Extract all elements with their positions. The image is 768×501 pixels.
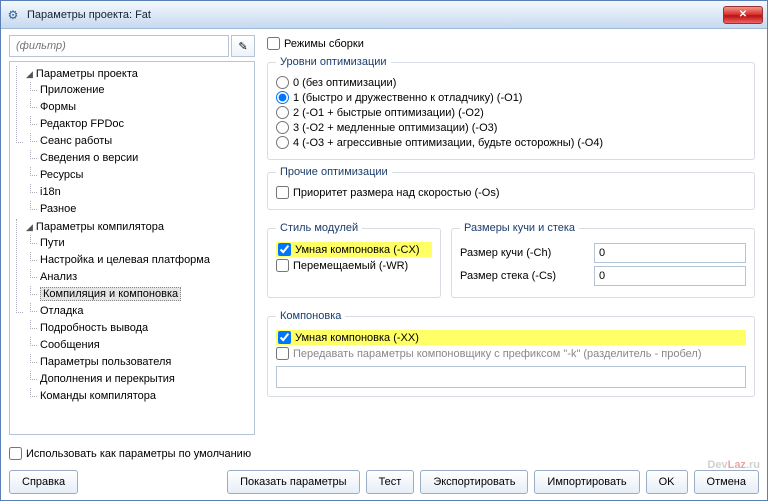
link-legend: Компоновка <box>276 310 345 322</box>
window-title: Параметры проекта: Fat <box>27 9 723 21</box>
build-modes-label: Режимы сборки <box>284 38 364 50</box>
tree-item[interactable]: Подробность вывода <box>26 320 252 337</box>
stack-size-label: Размер стека (-Cs) <box>460 270 588 282</box>
export-button[interactable]: Экспортировать <box>420 470 528 494</box>
tree-item[interactable]: Разное <box>26 201 252 218</box>
other-opt-group: Прочие оптимизации Приоритет размера над… <box>267 166 755 210</box>
category-tree[interactable]: Параметры проекта Приложение Формы Редак… <box>9 61 255 435</box>
tree-group[interactable]: Параметры компилятора Пути Настройка и ц… <box>12 219 252 406</box>
heap-legend: Размеры кучи и стека <box>460 222 579 234</box>
tree-item[interactable]: Команды компилятора <box>26 388 252 405</box>
unit-style-group: Стиль модулей Умная компоновка (-CX) Пер… <box>267 222 441 298</box>
tree-item[interactable]: Сеанс работы <box>26 133 252 150</box>
tree-item[interactable]: Дополнения и перекрытия <box>26 371 252 388</box>
unit-legend: Стиль модулей <box>276 222 362 234</box>
relocatable-checkbox[interactable] <box>276 259 289 272</box>
cancel-button[interactable]: Отмена <box>694 470 759 494</box>
opt-legend: Уровни оптимизации <box>276 56 391 68</box>
import-button[interactable]: Импортировать <box>534 470 639 494</box>
opt-3-radio[interactable] <box>276 121 289 134</box>
tree-item[interactable]: Формы <box>26 99 252 116</box>
heap-size-input[interactable] <box>594 243 746 263</box>
linker-options-input[interactable] <box>276 366 746 388</box>
opt-1-radio[interactable] <box>276 91 289 104</box>
use-as-default-checkbox[interactable] <box>9 447 22 460</box>
linking-group: Компоновка Умная компоновка (-XX) Переда… <box>267 310 755 397</box>
test-button[interactable]: Тест <box>366 470 415 494</box>
tree-item[interactable]: Редактор FPDoc <box>26 116 252 133</box>
app-icon: ⚙ <box>5 7 21 23</box>
tree-item-selected[interactable]: Компиляция и компоновка <box>26 286 252 303</box>
stack-size-input[interactable] <box>594 266 746 286</box>
opt-0-radio[interactable] <box>276 76 289 89</box>
tree-item[interactable]: Параметры пользователя <box>26 354 252 371</box>
tree-item[interactable]: Приложение <box>26 82 252 99</box>
tree-group[interactable]: Параметры проекта Приложение Формы Редак… <box>12 66 252 219</box>
other-legend: Прочие оптимизации <box>276 166 392 178</box>
tree-item[interactable]: Сообщения <box>26 337 252 354</box>
clear-filter-button[interactable]: ✎ <box>231 35 255 57</box>
help-button[interactable]: Справка <box>9 470 78 494</box>
smart-link-xx-checkbox[interactable] <box>278 331 291 344</box>
titlebar: ⚙ Параметры проекта: Fat ✕ <box>1 1 767 29</box>
pass-linker-checkbox[interactable] <box>276 347 289 360</box>
heap-size-label: Размер кучи (-Ch) <box>460 247 588 259</box>
size-priority-checkbox[interactable] <box>276 186 289 199</box>
opt-levels-group: Уровни оптимизации 0 (без оптимизации) 1… <box>267 56 755 160</box>
tree-item[interactable]: i18n <box>26 184 252 201</box>
build-modes-checkbox[interactable] <box>267 37 280 50</box>
close-button[interactable]: ✕ <box>723 6 763 24</box>
tree-item[interactable]: Пути <box>26 235 252 252</box>
ok-button[interactable]: OK <box>646 470 688 494</box>
tree-item[interactable]: Анализ <box>26 269 252 286</box>
tree-item[interactable]: Сведения о версии <box>26 150 252 167</box>
brush-icon: ✎ <box>238 40 247 53</box>
heap-stack-group: Размеры кучи и стека Размер кучи (-Ch) Р… <box>451 222 755 298</box>
filter-input[interactable] <box>9 35 229 57</box>
smart-link-cx-checkbox[interactable] <box>278 243 291 256</box>
tree-item[interactable]: Отладка <box>26 303 252 320</box>
tree-item[interactable]: Настройка и целевая платформа <box>26 252 252 269</box>
show-params-button[interactable]: Показать параметры <box>227 470 360 494</box>
opt-2-radio[interactable] <box>276 106 289 119</box>
opt-4-radio[interactable] <box>276 136 289 149</box>
tree-item[interactable]: Ресурсы <box>26 167 252 184</box>
